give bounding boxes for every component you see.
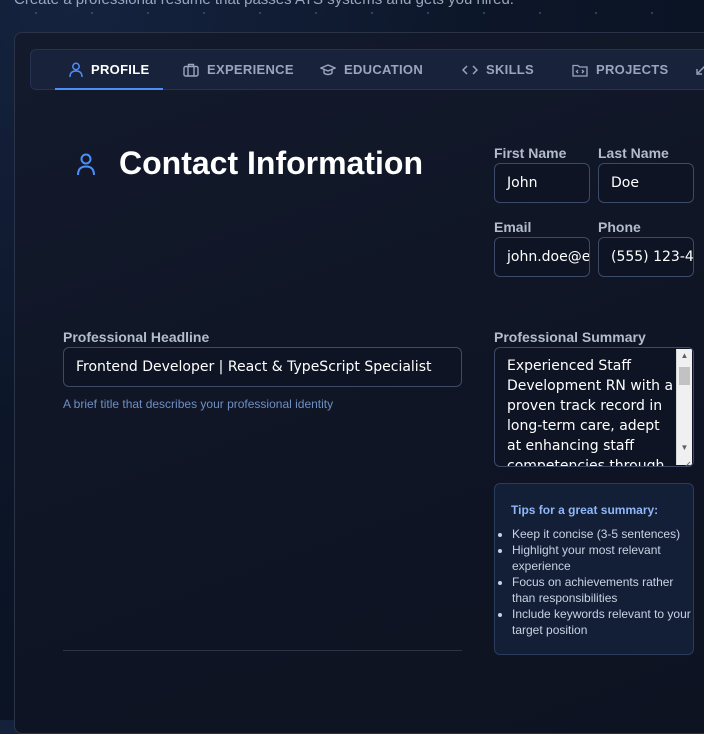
section-divider (63, 650, 462, 651)
headline-hint: A brief title that describes your profes… (63, 397, 334, 411)
tab-label: EDUCATION (344, 62, 424, 77)
folder-code-icon (572, 63, 588, 77)
email-label: Email (494, 219, 532, 235)
first-name-label: First Name (494, 145, 567, 161)
summary-text: Experienced Staff Development RN with a … (507, 358, 674, 467)
summary-tips-box: Tips for a great summary: Keep it concis… (494, 483, 694, 655)
last-name-label: Last Name (598, 145, 669, 161)
summary-textarea[interactable]: Experienced Staff Development RN with a … (494, 347, 694, 467)
email-field[interactable]: john.doe@example.com (494, 237, 590, 277)
tab-profile[interactable]: PROFILE (54, 50, 164, 90)
headline-field[interactable]: Frontend Developer | React & TypeScript … (63, 347, 462, 387)
page-subtitle: Create a professional resume that passes… (14, 0, 514, 8)
resize-handle-icon[interactable] (683, 456, 691, 466)
code-icon (462, 64, 478, 76)
scroll-up-icon[interactable]: ▲ (677, 349, 692, 363)
briefcase-icon (183, 63, 199, 77)
collapse-arrow-icon[interactable] (695, 63, 704, 81)
first-name-field[interactable]: John (494, 163, 590, 203)
summary-scrollbar[interactable]: ▲ ▼ (676, 349, 692, 465)
tab-projects[interactable]: PROJECTS (572, 50, 668, 89)
phone-label: Phone (598, 219, 641, 235)
tab-label: SKILLS (486, 62, 535, 77)
user-icon (69, 62, 83, 78)
tips-list: Keep it concise (3-5 sentences) Highligh… (495, 526, 692, 638)
user-icon (76, 153, 96, 182)
section-tab-bar: PROFILE EXPERIENCE EDUCATION SKILLS PROJ… (30, 49, 704, 90)
summary-label: Professional Summary (494, 329, 646, 345)
tip-item: Focus on achievements rather than respon… (512, 574, 692, 606)
scroll-thumb[interactable] (679, 367, 690, 385)
tip-item: Keep it concise (3-5 sentences) (512, 526, 692, 542)
headline-label: Professional Headline (63, 329, 210, 345)
tab-label: EXPERIENCE (207, 62, 294, 77)
phone-field[interactable]: (555) 123-4567 (598, 237, 694, 277)
tab-label: PROJECTS (596, 62, 669, 77)
graduation-cap-icon (320, 63, 336, 77)
tab-label: PROFILE (91, 62, 150, 77)
tip-item: Include keywords relevant to your target… (512, 606, 692, 638)
tab-education[interactable]: EDUCATION (320, 50, 423, 89)
tip-item: Highlight your most relevant experience (512, 542, 692, 574)
scroll-down-icon[interactable]: ▼ (677, 441, 692, 455)
tab-skills[interactable]: SKILLS (462, 50, 534, 89)
tips-title: Tips for a great summary: (511, 503, 659, 517)
section-title: Contact Information (119, 145, 423, 181)
last-name-field[interactable]: Doe (598, 163, 694, 203)
tab-experience[interactable]: EXPERIENCE (183, 50, 294, 89)
